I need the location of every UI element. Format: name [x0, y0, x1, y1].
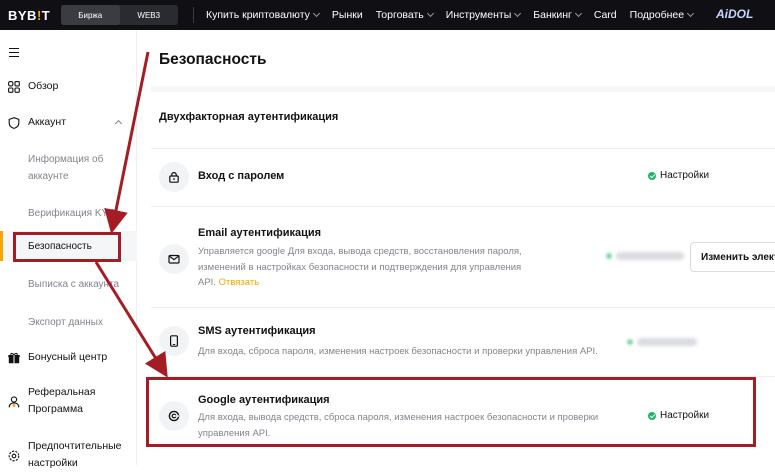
collapse-menu-icon[interactable]	[9, 48, 19, 57]
phone-icon-badge	[159, 326, 189, 356]
unlink-link[interactable]: Отвязать	[219, 277, 260, 288]
sidebar-item-label: Обзор	[28, 80, 59, 92]
sidebar-item-statement[interactable]: Выписка с аккаунта	[0, 275, 137, 295]
row-title: SMS аутентификация	[198, 325, 316, 337]
logo-text-left: BYB	[8, 8, 37, 23]
lock-icon	[169, 172, 179, 183]
mail-icon	[168, 254, 180, 264]
sidebar-item-bonus-center[interactable]: Бонусный центр	[0, 348, 137, 368]
highlight-google-auth	[146, 377, 756, 447]
sidebar-item-label: Информация об аккаунте	[28, 154, 104, 182]
nav-tools[interactable]: Инструменты	[445, 9, 522, 21]
desc-line: изменений в настройках безопасности и по…	[198, 261, 522, 273]
desc-text: API.	[198, 277, 216, 289]
password-status-link[interactable]: Настройки	[648, 170, 709, 181]
aidol-brand-logo[interactable]: AiDOL	[716, 7, 753, 21]
chevron-down-icon	[687, 9, 695, 18]
nav-buy-crypto[interactable]: Купить криптовалюту	[206, 9, 320, 21]
nav-buy-crypto-label: Купить криптовалюту	[206, 9, 310, 21]
settings-gear-icon	[8, 450, 20, 462]
phone-icon	[169, 335, 179, 347]
nav-banking-label: Банкинг	[533, 9, 572, 21]
sidebar-item-label: Реферальная Программа	[28, 386, 96, 415]
nav-more[interactable]: Подробнее	[629, 9, 695, 21]
tab-exchange[interactable]: Биржа	[61, 5, 120, 25]
nav-markets-label: Рынки	[331, 9, 363, 21]
sidebar-item-overview[interactable]: Обзор	[0, 77, 137, 97]
chevron-down-icon	[514, 9, 522, 18]
nav-card-label: Card	[593, 9, 617, 21]
login-password-row: Вход с паролем Настройки	[151, 148, 775, 205]
shield-icon	[8, 117, 20, 129]
desc-line: API. Отвязать	[198, 275, 568, 291]
sidebar-item-label: Верификация KYC	[28, 208, 116, 219]
page-title: Безопасность	[159, 51, 267, 68]
highlight-security-menu	[13, 232, 121, 262]
email-auth-row: Email аутентификация Управляется google …	[151, 206, 775, 306]
sidebar-item-label: Аккаунт	[28, 116, 67, 128]
sidebar-item-label: Выписка с аккаунта	[28, 279, 120, 290]
exchange-web3-switch: Биржа WEB3	[61, 5, 178, 25]
nav-tools-label: Инструменты	[445, 9, 512, 21]
overview-grid-icon	[8, 81, 20, 93]
nav-divider	[193, 7, 194, 23]
desc-line: Управляется google Для входа, вывода сре…	[198, 246, 522, 257]
sidebar-item-account-info[interactable]: Информация об аккаунте	[0, 150, 137, 186]
bybit-logo[interactable]: BYB!T	[8, 8, 50, 23]
nav-more-label: Подробнее	[629, 9, 685, 21]
masked-email-value	[606, 252, 684, 260]
gift-icon	[8, 352, 20, 364]
nav-banking[interactable]: Банкинг	[533, 9, 582, 21]
nav-card[interactable]: Card	[594, 9, 617, 21]
row-description: Управляется google Для входа, вывода сре…	[198, 244, 568, 291]
sidebar-item-kyc[interactable]: Верификация KYC	[0, 204, 137, 224]
top-navigation-bar: BYB!T Биржа WEB3 Купить криптовалюту Рын…	[0, 0, 775, 30]
referral-icon	[8, 396, 20, 408]
row-description: Для входа, сброса пароля, изменения наст…	[198, 344, 638, 360]
desc-line: Для входа, сброса пароля, изменения наст…	[198, 346, 598, 357]
chevron-down-icon	[312, 9, 320, 18]
main-menu: Купить криптовалюту Рынки Торговать Инст…	[206, 0, 706, 30]
section-separator	[151, 86, 775, 92]
sidebar-item-label: Экспорт данных	[28, 317, 103, 328]
row-title: Email аутентификация	[198, 227, 322, 239]
chevron-down-icon	[426, 9, 434, 18]
lock-icon-badge	[159, 162, 189, 192]
logo-text-right: T	[41, 8, 51, 23]
chevron-down-icon	[574, 9, 582, 18]
row-title: Вход с паролем	[198, 170, 285, 182]
sidebar-item-referral[interactable]: Реферальная Программа	[0, 383, 137, 419]
check-circle-icon	[648, 171, 656, 180]
sidebar-item-preferences[interactable]: Предпочтительные настройки	[0, 437, 137, 473]
mail-icon-badge	[159, 244, 189, 274]
sidebar-item-label: Предпочтительные настройки	[28, 440, 122, 469]
sms-auth-row: SMS аутентификация Для входа, сброса пар…	[151, 307, 775, 375]
sidebar-item-label: Бонусный центр	[28, 351, 108, 363]
status-label: Настройки	[660, 170, 710, 181]
masked-phone-value	[627, 338, 697, 346]
nav-trade-label: Торговать	[375, 9, 424, 21]
nav-trade[interactable]: Торговать	[375, 9, 434, 21]
sidebar-item-export[interactable]: Экспорт данных	[0, 313, 137, 333]
change-email-button[interactable]: Изменить элект	[690, 242, 775, 272]
nav-markets[interactable]: Рынки	[332, 9, 363, 21]
2fa-section-title: Двухфакторная аутентификация	[159, 111, 339, 123]
tab-web3[interactable]: WEB3	[120, 5, 179, 25]
